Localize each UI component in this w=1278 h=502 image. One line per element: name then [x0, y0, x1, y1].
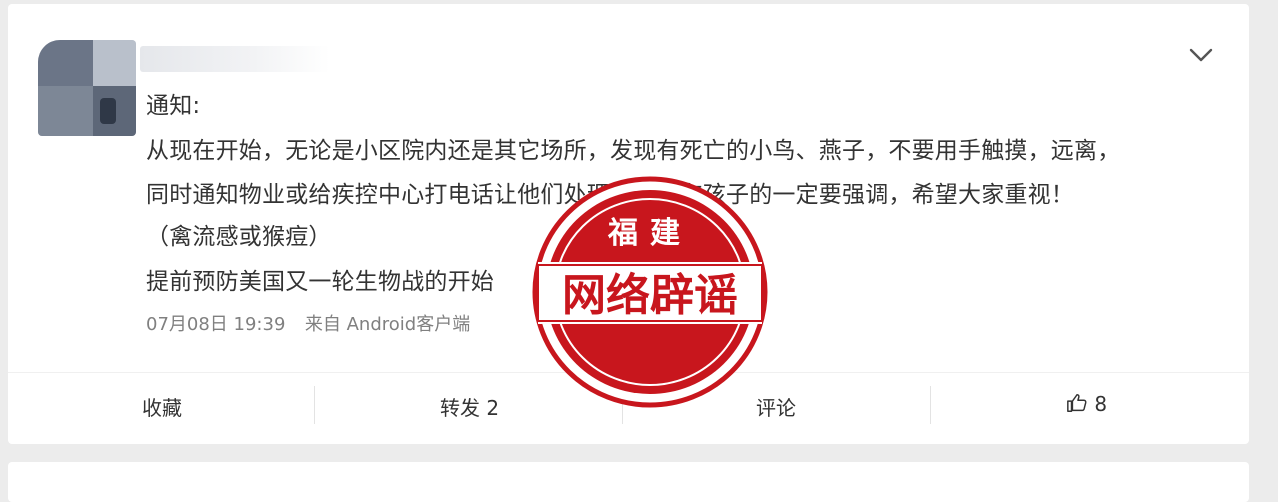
divider — [314, 386, 315, 424]
comment-button[interactable]: 评论 — [756, 392, 796, 421]
like-count: 8 — [1094, 392, 1108, 416]
chevron-down-icon[interactable] — [1188, 44, 1214, 66]
post-meta: 07月08日 19:39 来自 Android客户端 — [146, 310, 470, 336]
repost-button[interactable]: 转发 2 — [440, 392, 499, 421]
post-text-line: （禽流感或猴痘） — [146, 224, 332, 250]
post-text-line: 同时通知物业或给疾控中心打电话让他们处理。家里有孩子的一定要强调，希望大家重视！ — [146, 182, 1074, 208]
avatar[interactable] — [38, 40, 136, 136]
post-text-line: 从现在开始，无论是小区院内还是其它场所，发现有死亡的小鸟、燕子，不要用手触摸，远… — [146, 138, 1121, 164]
divider — [8, 372, 1249, 373]
post-source: 来自 Android客户端 — [304, 314, 471, 335]
username-blurred[interactable] — [140, 46, 330, 72]
post-text-heading: 通知: — [146, 93, 201, 119]
like-button[interactable]: 8 — [1066, 392, 1107, 416]
next-post-card — [8, 462, 1249, 502]
favorite-button[interactable]: 收藏 — [142, 392, 182, 421]
thumbs-up-icon — [1067, 394, 1087, 412]
post-date[interactable]: 07月08日 19:39 — [146, 314, 285, 335]
divider — [930, 386, 931, 424]
post-text-line: 提前预防美国又一轮生物战的开始 — [146, 269, 494, 295]
divider — [622, 386, 623, 424]
